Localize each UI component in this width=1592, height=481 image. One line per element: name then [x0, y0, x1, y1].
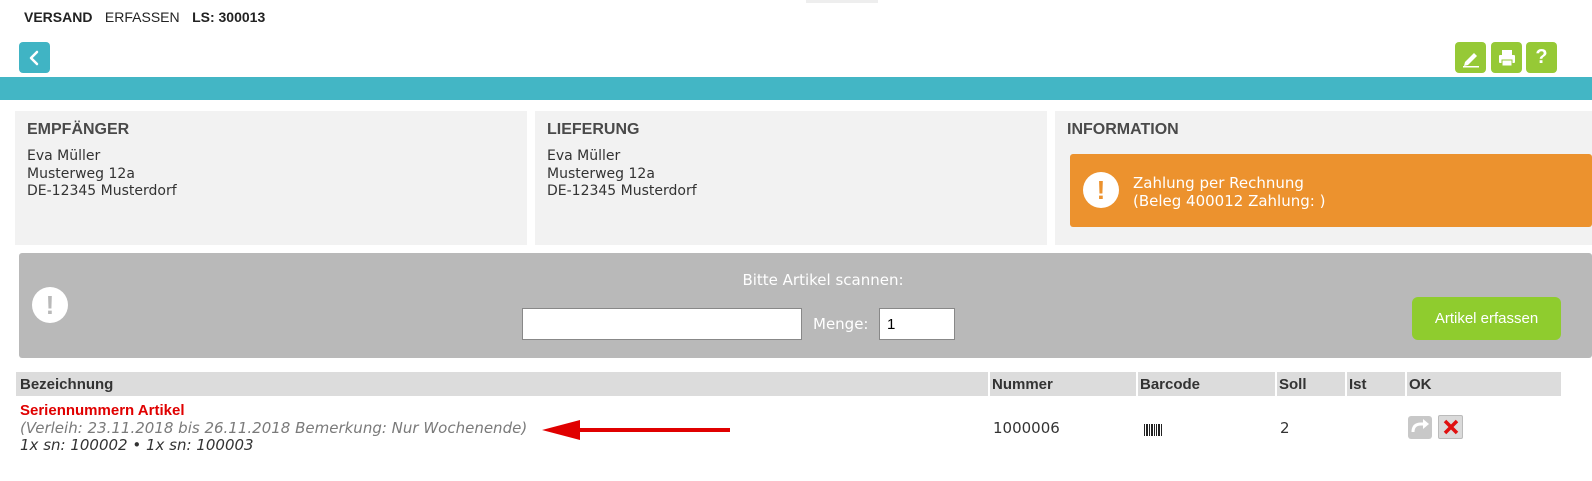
delivery-name: Eva Müller	[547, 148, 621, 164]
help-icon: ?	[1535, 46, 1548, 68]
payment-method: Zahlung per Rechnung	[1133, 174, 1304, 192]
delivery-street: Musterweg 12a	[547, 165, 655, 182]
recipient-address: Eva Müller Musterweg 12a DE-12345 Muster…	[27, 148, 177, 201]
article-number: 1000006	[993, 419, 1060, 437]
annotation-arrow	[542, 420, 730, 440]
quantity-label: Menge:	[813, 315, 869, 333]
delivery-title: LIEFERUNG	[547, 121, 640, 138]
chevron-left-icon	[29, 50, 38, 65]
column-divider	[1136, 372, 1138, 396]
back-button[interactable]	[19, 42, 50, 73]
printer-icon	[1498, 49, 1515, 66]
close-icon	[1443, 419, 1458, 435]
column-divider	[1405, 372, 1407, 396]
column-divider	[1345, 372, 1347, 396]
payment-reference: (Beleg 400012 Zahlung: )	[1133, 192, 1326, 210]
header-band	[0, 77, 1592, 100]
exclamation-icon: !	[1083, 172, 1119, 208]
title-action: ERFASSEN	[104, 9, 180, 25]
article-soll: 2	[1280, 419, 1290, 437]
add-article-button[interactable]: Artikel erfassen	[1412, 297, 1561, 340]
col-header-barcode: Barcode	[1140, 376, 1201, 393]
column-divider	[1275, 372, 1277, 396]
col-header-ist: Ist	[1349, 376, 1367, 393]
title-ls-number: LS: 300013	[192, 9, 266, 25]
exclamation-icon: !	[32, 287, 68, 323]
table-row: Seriennummern Artikel (Verleih: 23.11.20…	[16, 397, 1561, 457]
table-header: Bezeichnung Nummer Barcode Soll Ist OK	[16, 372, 1561, 396]
col-header-ok: OK	[1409, 376, 1432, 393]
payment-alert-text: Zahlung per Rechnung (Beleg 400012 Zahlu…	[1133, 174, 1325, 210]
recipient-street: Musterweg 12a	[27, 165, 135, 182]
scan-panel: ! Bitte Artikel scannen: Menge: Artikel …	[19, 253, 1592, 358]
recipient-city: DE-12345 Musterdorf	[27, 183, 177, 199]
col-header-nummer: Nummer	[992, 376, 1053, 393]
refresh-icon	[1411, 419, 1429, 433]
page-title: VERSAND ERFASSEN LS: 300013	[24, 9, 265, 26]
recipient-title: EMPFÄNGER	[27, 121, 130, 138]
delivery-address: Eva Müller Musterweg 12a DE-12345 Muster…	[547, 148, 697, 201]
barcode-icon	[1143, 422, 1163, 441]
delivery-panel: LIEFERUNG Eva Müller Musterweg 12a DE-12…	[535, 111, 1047, 245]
col-header-soll: Soll	[1279, 376, 1307, 393]
recipient-name: Eva Müller	[27, 148, 101, 164]
print-button[interactable]	[1491, 42, 1522, 73]
article-remark: (Verleih: 23.11.2018 bis 26.11.2018 Beme…	[20, 419, 528, 437]
information-title: INFORMATION	[1067, 121, 1179, 138]
article-name: Seriennummern Artikel	[20, 402, 185, 419]
top-tab-stub	[806, 0, 878, 3]
scan-prompt: Bitte Artikel scannen:	[742, 271, 904, 289]
quantity-input[interactable]	[879, 308, 955, 340]
recipient-panel: EMPFÄNGER Eva Müller Musterweg 12a DE-12…	[15, 111, 527, 245]
edit-button[interactable]	[1455, 42, 1486, 73]
pencil-icon	[1462, 52, 1479, 67]
help-button[interactable]: ?	[1526, 42, 1557, 73]
column-divider	[988, 372, 990, 396]
col-header-bezeichnung: Bezeichnung	[20, 376, 114, 393]
remove-button[interactable]	[1438, 415, 1463, 439]
information-panel: INFORMATION ! Zahlung per Rechnung (Bele…	[1055, 111, 1592, 245]
delivery-city: DE-12345 Musterdorf	[547, 183, 697, 199]
article-serials: 1x sn: 100002 • 1x sn: 100003	[20, 436, 254, 454]
article-scan-input[interactable]	[522, 308, 802, 340]
title-section: VERSAND	[24, 9, 93, 25]
payment-alert: ! Zahlung per Rechnung (Beleg 400012 Zah…	[1070, 154, 1592, 227]
reset-button[interactable]	[1408, 416, 1432, 439]
